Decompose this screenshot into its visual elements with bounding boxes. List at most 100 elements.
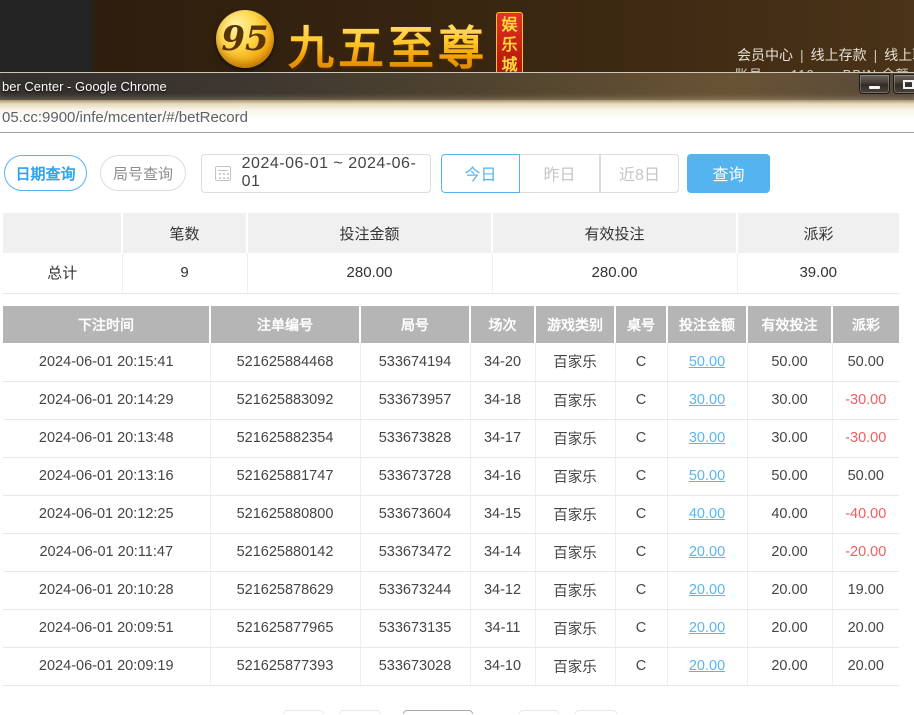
bet-cell: 34-20 [470, 343, 536, 382]
maximize-button[interactable] [893, 74, 914, 94]
bet-cell: 百家乐 [535, 571, 616, 610]
maximize-icon [903, 79, 914, 89]
bet-cell: 百家乐 [535, 533, 616, 572]
bet-cell: 百家乐 [535, 343, 616, 382]
bet-cell: 521625881747 [210, 457, 361, 496]
bet-cell: 百家乐 [535, 381, 616, 420]
date-query-tab[interactable]: 日期查询 [4, 155, 87, 191]
bet-cell: 533673244 [360, 571, 471, 610]
pagination-button-2[interactable] [339, 710, 381, 714]
pagination-button-4[interactable] [575, 710, 617, 714]
bet-cell: C [615, 495, 668, 534]
bet-amount-link[interactable]: 50.00 [667, 457, 748, 496]
quick-range-group: 今日 昨日 近8日 [441, 153, 679, 193]
summary-cell: 总计 [3, 253, 123, 294]
bet-amount-link[interactable]: 40.00 [667, 495, 748, 534]
bet-amount-link[interactable]: 20.00 [667, 609, 748, 648]
chrome-popup-window: ber Center - Google Chrome 05.cc:9900/in… [0, 72, 914, 715]
minimize-button[interactable] [859, 74, 890, 94]
bet-cell: C [615, 533, 668, 572]
bet-amount-link[interactable]: 20.00 [667, 647, 748, 686]
nav-withdraw-link[interactable]: 线上取款 [884, 47, 914, 63]
search-button[interactable]: 查询 [687, 153, 770, 193]
date-range-input[interactable]: 2024-06-01 ~ 2024-06-01 [201, 153, 431, 193]
bet-cell: 533673135 [360, 609, 471, 648]
bet-cell: 533673604 [360, 495, 471, 534]
nav-member-center-link[interactable]: 会员中心 [737, 47, 793, 63]
badge-char: 城 [501, 57, 518, 72]
bet-cell: 50.00 [747, 457, 833, 496]
bet-cell: 34-18 [470, 381, 536, 420]
today-button[interactable]: 今日 [441, 153, 520, 193]
round-query-tab[interactable]: 局号查询 [100, 155, 186, 191]
yesterday-button[interactable]: 昨日 [520, 153, 600, 193]
bet-amount-link[interactable]: 30.00 [667, 419, 748, 458]
bet-table-header-row: 下注时间 注单编号 局号 场次 游戏类别 桌号 投注金额 有效投注 派彩 [3, 306, 899, 343]
summary-cell: 280.00 [247, 253, 493, 294]
bet-cell: 34-17 [470, 419, 536, 458]
bet-cell: 20.00 [832, 609, 899, 648]
bet-cell: -20.00 [832, 533, 899, 572]
logo-95-emblem-icon: 95 [216, 10, 274, 68]
window-titlebar[interactable]: ber Center - Google Chrome [0, 72, 914, 100]
summary-total-row: 总计 9 280.00 280.00 39.00 [3, 253, 899, 294]
bet-amount-link[interactable]: 30.00 [667, 381, 748, 420]
bet-cell: C [615, 571, 668, 610]
bet-cell: 50.00 [832, 343, 899, 382]
bet-cell: 50.00 [747, 343, 833, 382]
pagination-page-select[interactable] [403, 710, 473, 714]
summary-column-header: 笔数 [122, 213, 248, 253]
bet-cell: 34-11 [470, 609, 536, 648]
summary-cell: 39.00 [737, 253, 899, 294]
nav-deposit-link[interactable]: 线上存款 [811, 47, 867, 63]
bet-cell: C [615, 609, 668, 648]
bet-amount-link[interactable]: 20.00 [667, 533, 748, 572]
bet-column-header: 游戏类别 [535, 306, 616, 343]
bet-cell: 百家乐 [535, 419, 616, 458]
table-row: 2024-06-01 20:10:28 521625878629 533673244… [3, 571, 899, 610]
bet-cell: 2024-06-01 20:13:48 [3, 419, 211, 458]
table-row: 2024-06-01 20:09:19 521625877393 533673028… [3, 647, 899, 686]
bet-cell: 20.00 [832, 647, 899, 686]
bet-record-table: 下注时间 注单编号 局号 场次 游戏类别 桌号 投注金额 有效投注 派彩 2024-06-01 … [3, 306, 899, 686]
bet-cell: C [615, 343, 668, 382]
header-left-dark-panel [0, 0, 93, 72]
last-8-days-button[interactable]: 近8日 [600, 153, 679, 193]
summary-cell: 9 [122, 253, 248, 294]
bet-column-header: 下注时间 [3, 306, 211, 343]
bet-cell: 百家乐 [535, 495, 616, 534]
summary-table: 笔数 投注金额 有效投注 派彩 总计 9 280.00 280.00 39.00 [3, 213, 899, 294]
table-row: 2024-06-01 20:11:47 521625880142 533673472… [3, 533, 899, 572]
bet-cell: C [615, 419, 668, 458]
bet-cell: 521625882354 [210, 419, 361, 458]
pagination-button-3[interactable] [519, 710, 559, 714]
pagination-bar [0, 710, 914, 714]
bet-cell: 百家乐 [535, 647, 616, 686]
bet-cell: 百家乐 [535, 609, 616, 648]
bet-cell: -30.00 [832, 381, 899, 420]
site-header: 95 九五至尊 娱 乐 城 会员中心 | 线上存款 | 线上取款 账号 110 BBIN… [0, 0, 914, 72]
bet-cell: 34-10 [470, 647, 536, 686]
pagination-button-1[interactable] [283, 710, 324, 714]
summary-column-header [3, 213, 123, 253]
nav-separator: | [800, 47, 804, 63]
bet-cell: 20.00 [747, 571, 833, 610]
bet-column-header: 投注金额 [667, 306, 748, 343]
bet-cell: 533673957 [360, 381, 471, 420]
bet-column-header: 局号 [360, 306, 471, 343]
bet-cell: 34-16 [470, 457, 536, 496]
table-row: 2024-06-01 20:12:25 521625880800 533673604… [3, 495, 899, 534]
bet-cell: 2024-06-01 20:11:47 [3, 533, 211, 572]
bet-amount-link[interactable]: 50.00 [667, 343, 748, 382]
bet-cell: 2024-06-01 20:12:25 [3, 495, 211, 534]
bet-record-page: 日期查询 局号查询 2024-06-01 ~ 2024-06-01 今日 昨日 … [0, 133, 914, 714]
bet-cell: 34-15 [470, 495, 536, 534]
address-bar[interactable]: 05.cc:9900/infe/mcenter/#/betRecord [0, 100, 914, 133]
bet-cell: 533673472 [360, 533, 471, 572]
header-nav-links: 会员中心 | 线上存款 | 线上取款 [737, 45, 914, 65]
logo-entertainment-city-badge: 娱 乐 城 [496, 12, 523, 72]
summary-header-row: 笔数 投注金额 有效投注 派彩 [3, 213, 899, 253]
bet-amount-link[interactable]: 20.00 [667, 571, 748, 610]
bet-cell: 2024-06-01 20:14:29 [3, 381, 211, 420]
bet-cell: 521625877965 [210, 609, 361, 648]
